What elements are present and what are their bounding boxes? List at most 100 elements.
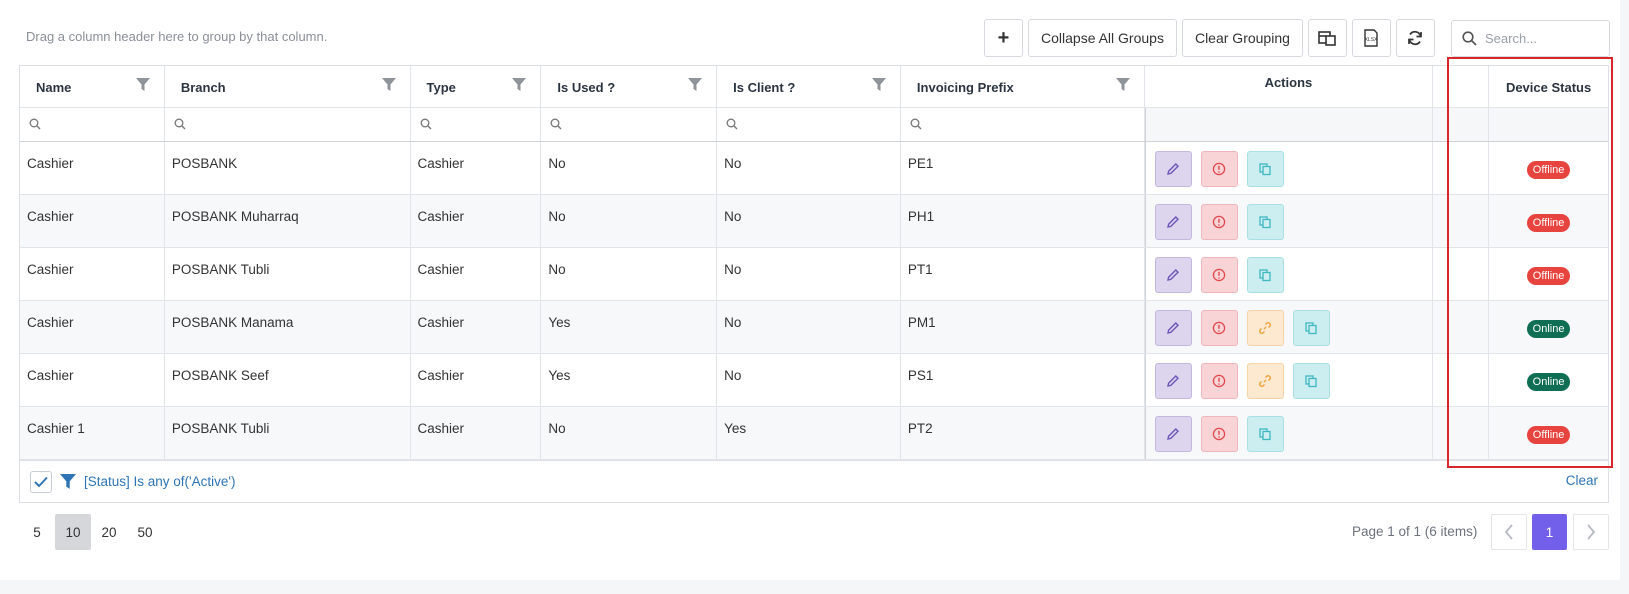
search-icon — [1462, 31, 1477, 46]
cell-invoicing-prefix: PT2 — [901, 407, 1145, 459]
clear-filter-link[interactable]: Clear — [1566, 473, 1598, 488]
page-number-button[interactable]: 1 — [1532, 514, 1567, 550]
filter-funnel-icon[interactable] — [688, 78, 703, 92]
copy-button[interactable] — [1246, 257, 1284, 293]
page-size-10[interactable]: 10 — [55, 514, 91, 550]
status-badge: Offline — [1526, 214, 1571, 232]
cell-device-status: Online — [1489, 354, 1608, 406]
collapse-all-groups-button[interactable]: Collapse All Groups — [1028, 19, 1177, 57]
next-page-button[interactable] — [1573, 514, 1609, 550]
filter-cell-is-used[interactable] — [541, 108, 718, 141]
cell-is-client: No — [717, 301, 901, 353]
copy-icon — [1305, 375, 1317, 388]
search-icon — [550, 118, 562, 130]
pencil-icon — [1167, 163, 1180, 175]
filter-funnel-icon[interactable] — [135, 78, 150, 92]
column-header-label: Is Client ? — [733, 80, 796, 95]
filter-cell-type[interactable] — [411, 108, 542, 141]
cell-invoicing-prefix: PH1 — [901, 195, 1145, 247]
prev-page-button[interactable] — [1491, 514, 1527, 550]
cell-blank — [1433, 407, 1490, 459]
column-header-branch[interactable]: Branch — [165, 66, 411, 107]
edit-button[interactable] — [1154, 151, 1192, 187]
alert-circle-icon — [1212, 215, 1226, 229]
pencil-icon — [1167, 428, 1180, 440]
filter-enable-checkbox[interactable] — [30, 470, 52, 493]
table-row[interactable]: Cashier POSBANK Cashier No No PE1 Offline — [20, 142, 1608, 195]
search-icon — [29, 118, 41, 130]
copy-icon — [1259, 163, 1271, 176]
deactivate-button[interactable] — [1200, 310, 1238, 346]
deactivate-button[interactable] — [1200, 257, 1238, 293]
copy-button[interactable] — [1246, 151, 1284, 187]
export-xlsx-button[interactable]: XLSX — [1351, 19, 1391, 57]
filter-cell-branch[interactable] — [165, 108, 411, 141]
edit-button[interactable] — [1154, 204, 1192, 240]
filter-cell-name[interactable] — [20, 108, 165, 141]
unlink-button[interactable] — [1246, 363, 1284, 399]
filter-cell-is-client[interactable] — [717, 108, 901, 141]
filter-cell-blank — [1433, 108, 1490, 141]
filter-expression-link[interactable]: [Status] Is any of('Active') — [84, 474, 235, 489]
status-badge: Offline — [1526, 267, 1571, 285]
table-row[interactable]: Cashier 1 POSBANK Tubli Cashier No Yes PT2 Off… — [20, 407, 1608, 460]
unlink-button[interactable] — [1246, 310, 1284, 346]
page-size-20[interactable]: 20 — [91, 514, 127, 550]
cell-actions — [1144, 248, 1434, 300]
column-chooser-icon — [1318, 31, 1337, 46]
page-size-50[interactable]: 50 — [127, 514, 163, 550]
add-row-button[interactable]: + — [984, 19, 1023, 57]
table-row[interactable]: Cashier POSBANK Manama Cashier Yes No PM1 Onli… — [20, 301, 1608, 354]
cell-is-used: Yes — [541, 301, 718, 353]
column-header-label: Is Used ? — [557, 80, 616, 95]
column-header-invoicing-prefix[interactable]: Invoicing Prefix — [901, 66, 1145, 107]
group-panel-hint[interactable]: Drag a column header here to group by th… — [26, 29, 327, 44]
column-header-name[interactable]: Name — [20, 66, 165, 107]
deactivate-button[interactable] — [1200, 363, 1238, 399]
deactivate-button[interactable] — [1200, 416, 1238, 452]
edit-button[interactable] — [1154, 416, 1192, 452]
deactivate-button[interactable] — [1200, 151, 1238, 187]
edit-button[interactable] — [1154, 363, 1192, 399]
column-header-device-status[interactable]: Device Status — [1489, 66, 1608, 107]
search-input[interactable] — [1485, 31, 1595, 46]
copy-icon — [1259, 216, 1271, 229]
search-icon — [726, 118, 738, 130]
cell-actions — [1144, 301, 1434, 353]
cell-name: Cashier — [20, 354, 165, 406]
filter-funnel-icon[interactable] — [871, 78, 886, 92]
table-row[interactable]: Cashier POSBANK Seef Cashier Yes No PS1 Online — [20, 354, 1608, 407]
column-header-label: Name — [36, 80, 72, 95]
filter-funnel-icon[interactable] — [512, 78, 527, 92]
xlsx-file-icon: XLSX — [1364, 29, 1378, 47]
refresh-button[interactable] — [1395, 19, 1435, 57]
copy-button[interactable] — [1292, 363, 1330, 399]
table-row[interactable]: Cashier POSBANK Tubli Cashier No No PT1 Offlin… — [20, 248, 1608, 301]
header-row: Name Branch Type Is Used ? Is Client ? I… — [20, 66, 1608, 108]
column-header-label: Type — [426, 80, 456, 95]
column-header-is-client[interactable]: Is Client ? — [717, 66, 901, 107]
table-row[interactable]: Cashier POSBANK Muharraq Cashier No No PH1 Off… — [20, 195, 1608, 248]
cell-name: Cashier 1 — [20, 407, 165, 459]
column-header-type[interactable]: Type — [411, 66, 542, 107]
copy-button[interactable] — [1292, 310, 1330, 346]
deactivate-button[interactable] — [1200, 204, 1238, 240]
cell-is-used: Yes — [541, 354, 718, 406]
column-header-is-used[interactable]: Is Used ? — [541, 66, 718, 107]
cell-is-used: No — [541, 407, 718, 459]
cell-blank — [1433, 248, 1490, 300]
page-size-5[interactable]: 5 — [19, 514, 55, 550]
edit-button[interactable] — [1154, 310, 1192, 346]
filter-funnel-icon[interactable] — [1115, 78, 1130, 92]
grid-search-box — [1451, 20, 1610, 57]
copy-button[interactable] — [1246, 416, 1284, 452]
filter-funnel-icon[interactable] — [381, 78, 396, 92]
cell-is-used: No — [541, 142, 718, 194]
edit-button[interactable] — [1154, 257, 1192, 293]
clear-grouping-button[interactable]: Clear Grouping — [1181, 19, 1303, 57]
cell-is-used: No — [541, 248, 718, 300]
copy-button[interactable] — [1246, 204, 1284, 240]
filter-cell-invoicing-prefix[interactable] — [901, 108, 1145, 141]
column-chooser-button[interactable] — [1307, 19, 1347, 57]
pencil-icon — [1167, 322, 1180, 334]
